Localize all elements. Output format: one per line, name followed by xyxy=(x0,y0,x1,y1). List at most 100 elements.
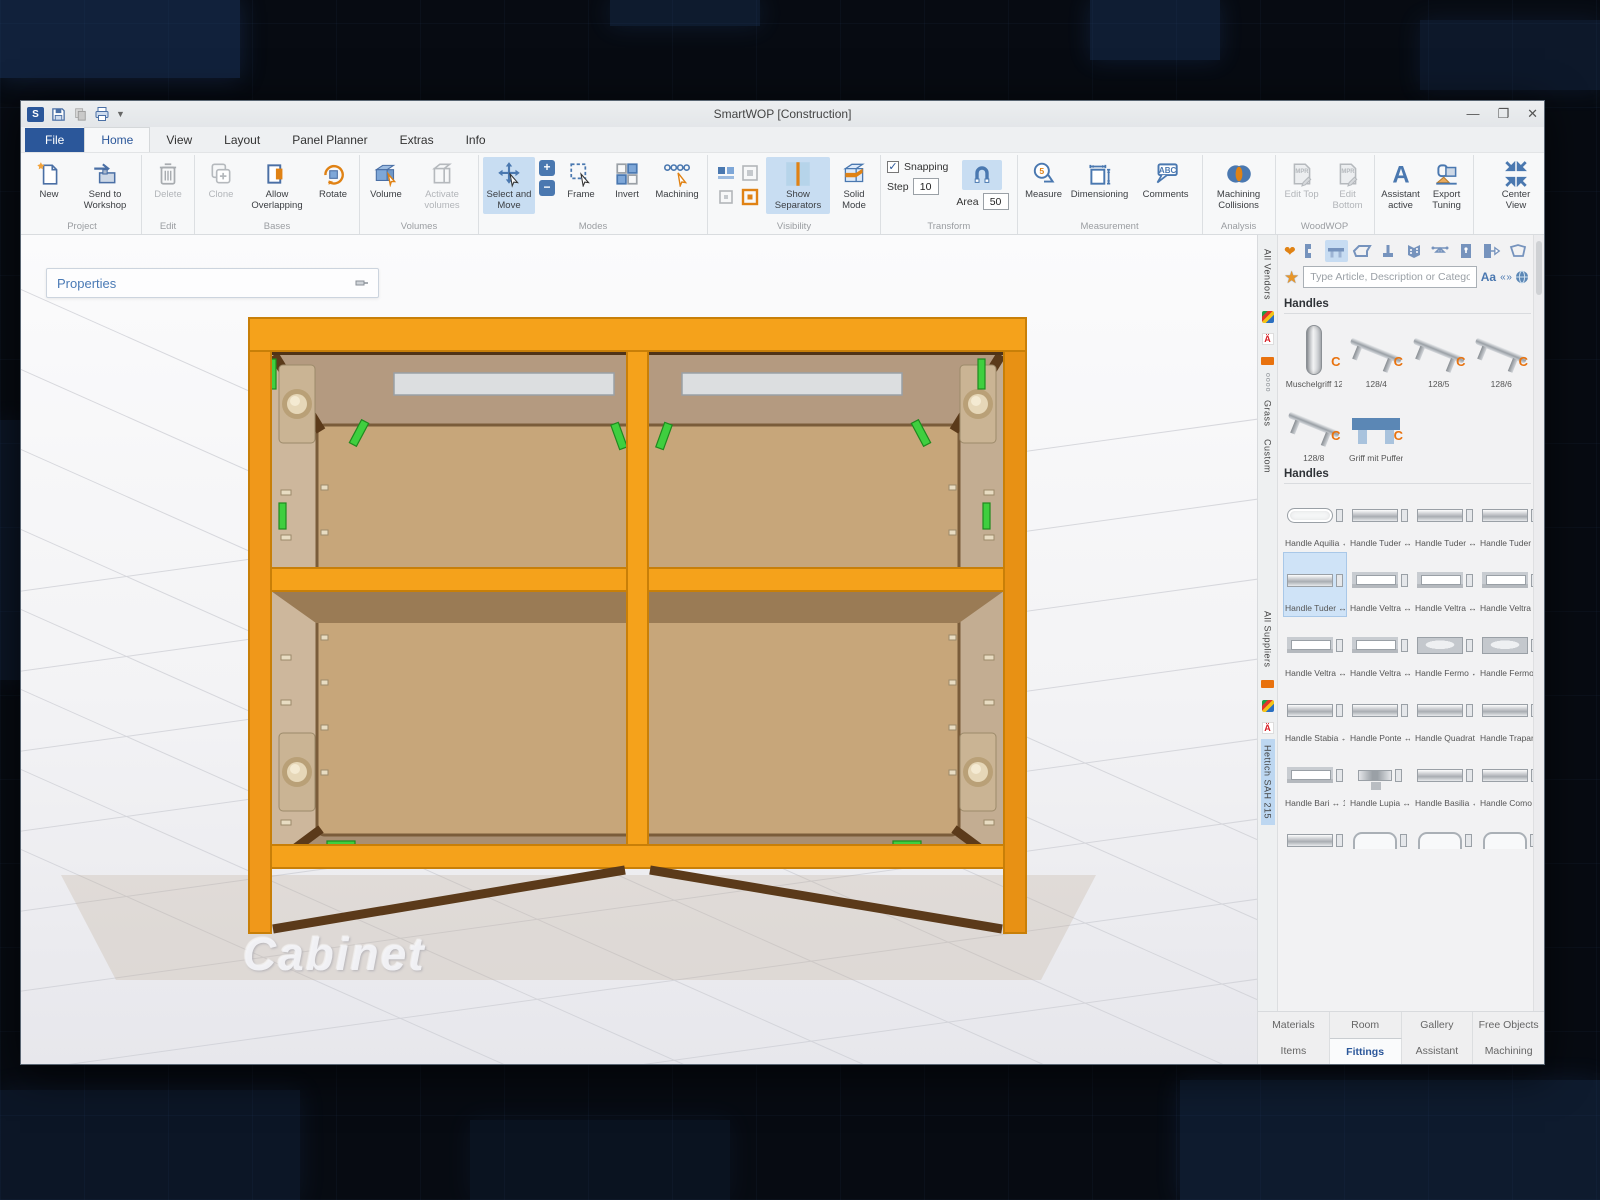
category-brackets-icon[interactable] xyxy=(1402,240,1425,262)
snapping-checkbox[interactable]: ✓ xyxy=(887,161,899,173)
vendor-logo-hafele-icon[interactable]: Ä xyxy=(1260,331,1276,347)
handle-drawing-item[interactable]: Handle Ponte ↔ 19... xyxy=(1349,683,1411,746)
construction-canvas[interactable]: Cabinet Properties xyxy=(21,235,1257,1064)
menu-tab[interactable]: Info xyxy=(450,128,502,152)
handle-drawing-item[interactable]: Handle Aquilia ↔ 1... xyxy=(1284,488,1346,551)
handle-drawing-item[interactable] xyxy=(1349,813,1411,876)
properties-panel[interactable]: Properties xyxy=(46,268,379,298)
menu-tab[interactable]: Home xyxy=(84,127,150,152)
handle-drawing-item[interactable]: Handle Como ↔ 1... xyxy=(1479,748,1533,811)
handle-drawing-item[interactable]: Handle Tuder ↔ 22... xyxy=(1284,553,1346,616)
category-feet-icon[interactable] xyxy=(1377,240,1400,262)
export-tuning-button[interactable]: Export Tuning xyxy=(1425,157,1469,214)
panel-scrollbar[interactable] xyxy=(1533,235,1544,1011)
vendor-tab-grass[interactable]: Grass xyxy=(1261,394,1275,433)
vendor-logo-blum-icon[interactable] xyxy=(1260,676,1276,692)
menu-tab[interactable]: View xyxy=(150,128,208,152)
product-card[interactable]: C 128/5 xyxy=(1409,318,1469,390)
machining-mode-button[interactable]: Machining xyxy=(651,157,703,203)
category-locks-icon[interactable] xyxy=(1454,240,1477,262)
handle-drawing-item[interactable]: Handle Quadrata ↔... xyxy=(1414,683,1476,746)
edit-bottom-button[interactable]: MPR Edit Bottom xyxy=(1326,157,1370,214)
menu-tab[interactable]: Extras xyxy=(384,128,450,152)
category-corner-icon[interactable] xyxy=(1506,240,1529,262)
vendor-tab-hettich-sah-215[interactable]: Hettich SAH 215 xyxy=(1261,739,1275,825)
close-button[interactable]: ✕ xyxy=(1527,106,1538,122)
category-hinges-icon[interactable] xyxy=(1299,240,1322,262)
panel-tab[interactable]: Fittings xyxy=(1330,1038,1402,1064)
rotate-button[interactable]: Rotate xyxy=(311,157,355,203)
favorites-star-icon[interactable]: ★ xyxy=(1284,269,1299,286)
product-card[interactable]: C Griff mit Puffer xyxy=(1347,392,1407,464)
category-handles-icon[interactable] xyxy=(1325,240,1348,262)
delete-button[interactable]: Delete xyxy=(146,157,190,203)
handle-drawing-item[interactable]: Handle Fermo ↔ 6... xyxy=(1414,618,1476,681)
clone-button[interactable]: Clone xyxy=(199,157,243,203)
select-and-move-button[interactable]: Select and Move xyxy=(483,157,535,214)
handle-drawing-item[interactable]: Handle Veltra ↔ 2... xyxy=(1479,553,1533,616)
show-panel-gray-icon[interactable] xyxy=(740,163,760,183)
product-card[interactable]: C 128/4 xyxy=(1347,318,1407,390)
handle-drawing-item[interactable]: Handle Veltra ↔ 1... xyxy=(1349,618,1411,681)
handle-drawing-item[interactable]: Handle Basilia ↔ 1... xyxy=(1414,748,1476,811)
frame-button[interactable]: Frame xyxy=(559,157,603,203)
panel-tab[interactable]: Gallery xyxy=(1402,1012,1474,1038)
minimize-button[interactable]: — xyxy=(1466,106,1479,122)
handle-drawing-item[interactable]: Handle Veltra ↔ 2... xyxy=(1349,553,1411,616)
show-panel-small-icon[interactable] xyxy=(716,187,736,207)
handle-drawing-item[interactable] xyxy=(1479,813,1533,876)
collapse-chevron-icon[interactable]: ❤ xyxy=(1284,243,1296,260)
machining-collisions-button[interactable]: Machining Collisions xyxy=(1207,157,1271,214)
handle-drawing-item[interactable]: Handle Bari ↔ 160... xyxy=(1284,748,1346,811)
step-input[interactable]: 10 xyxy=(913,178,939,195)
handle-drawing-item[interactable]: Handle Tuder ↔ 96... xyxy=(1349,488,1411,551)
show-separators-button[interactable]: Show Separators xyxy=(766,157,830,214)
scrollbar-thumb[interactable] xyxy=(1536,241,1542,295)
panel-tab[interactable]: Free Objects xyxy=(1473,1012,1544,1038)
handle-drawing-item[interactable]: Handle Lupia ↔ 32... xyxy=(1349,748,1411,811)
category-drawers-icon[interactable] xyxy=(1351,240,1374,262)
vendor-logo-hafele-icon[interactable]: Ä xyxy=(1260,720,1276,736)
handle-drawing-item[interactable]: Handle Veltra ↔ 3... xyxy=(1284,618,1346,681)
panel-tab[interactable]: Assistant xyxy=(1402,1038,1474,1064)
menu-tab[interactable]: Layout xyxy=(208,128,276,152)
menu-tab[interactable]: File xyxy=(25,128,84,152)
category-connectors-icon[interactable] xyxy=(1480,240,1503,262)
dimensioning-button[interactable]: Dimensioning xyxy=(1068,157,1132,203)
panel-tab[interactable]: Room xyxy=(1330,1012,1402,1038)
vendor-tab-all-suppliers[interactable]: All Suppliers xyxy=(1261,605,1275,674)
title-bar[interactable]: S ▼ SmartWOP [Construction] — ❐ ✕ xyxy=(21,101,1544,127)
show-fronts-icon[interactable] xyxy=(716,163,736,183)
measure-button[interactable]: 5 Measure xyxy=(1022,157,1066,203)
center-view-button[interactable]: Center View xyxy=(1494,157,1538,214)
vendor-tab-custom[interactable]: Custom xyxy=(1261,433,1275,479)
handle-drawing-item[interactable]: Handle Tuder ↔ 16... xyxy=(1479,488,1533,551)
edit-top-button[interactable]: MPR Edit Top xyxy=(1280,157,1324,203)
vendor-logo-stripes-icon[interactable] xyxy=(1260,309,1276,325)
text-size-button[interactable]: Aa xyxy=(1481,270,1496,284)
cabinet-3d-model[interactable] xyxy=(249,318,1026,933)
handle-drawing-item[interactable] xyxy=(1284,813,1346,876)
plus-button[interactable]: + xyxy=(539,160,555,176)
assistant-active-button[interactable]: A Assistant active xyxy=(1379,157,1423,214)
category-leveler-icon[interactable] xyxy=(1428,240,1451,262)
handle-drawing-item[interactable]: Handle Veltra ↔ 2... xyxy=(1414,553,1476,616)
menu-tab[interactable]: Panel Planner xyxy=(276,128,383,152)
comments-button[interactable]: ABC Comments xyxy=(1134,157,1198,203)
globe-icon[interactable] xyxy=(1515,270,1529,284)
show-panel-orange-icon[interactable] xyxy=(740,187,760,207)
vendor-logo-blum-icon[interactable] xyxy=(1260,353,1276,369)
send-to-workshop-button[interactable]: Send to Workshop xyxy=(73,157,137,214)
vendor-tab-all-vendors[interactable]: All Vendors xyxy=(1261,243,1275,306)
area-input[interactable]: 50 xyxy=(983,193,1009,210)
product-card[interactable]: C Muschelgriff 120/40... xyxy=(1284,318,1344,390)
volume-button[interactable]: Volume xyxy=(364,157,408,203)
allow-overlapping-button[interactable]: Allow Overlapping xyxy=(245,157,309,214)
panel-tab[interactable]: Materials xyxy=(1258,1012,1330,1038)
save-icon[interactable] xyxy=(50,106,66,122)
product-card[interactable]: C 128/6 xyxy=(1472,318,1532,390)
magnet-toggle[interactable] xyxy=(962,160,1002,190)
restore-button[interactable]: ❐ xyxy=(1497,106,1509,122)
handle-drawing-item[interactable]: Handle Stabia ↔ 9... xyxy=(1284,683,1346,746)
vendor-logo-rings-icon[interactable]: oooo xyxy=(1260,375,1276,391)
